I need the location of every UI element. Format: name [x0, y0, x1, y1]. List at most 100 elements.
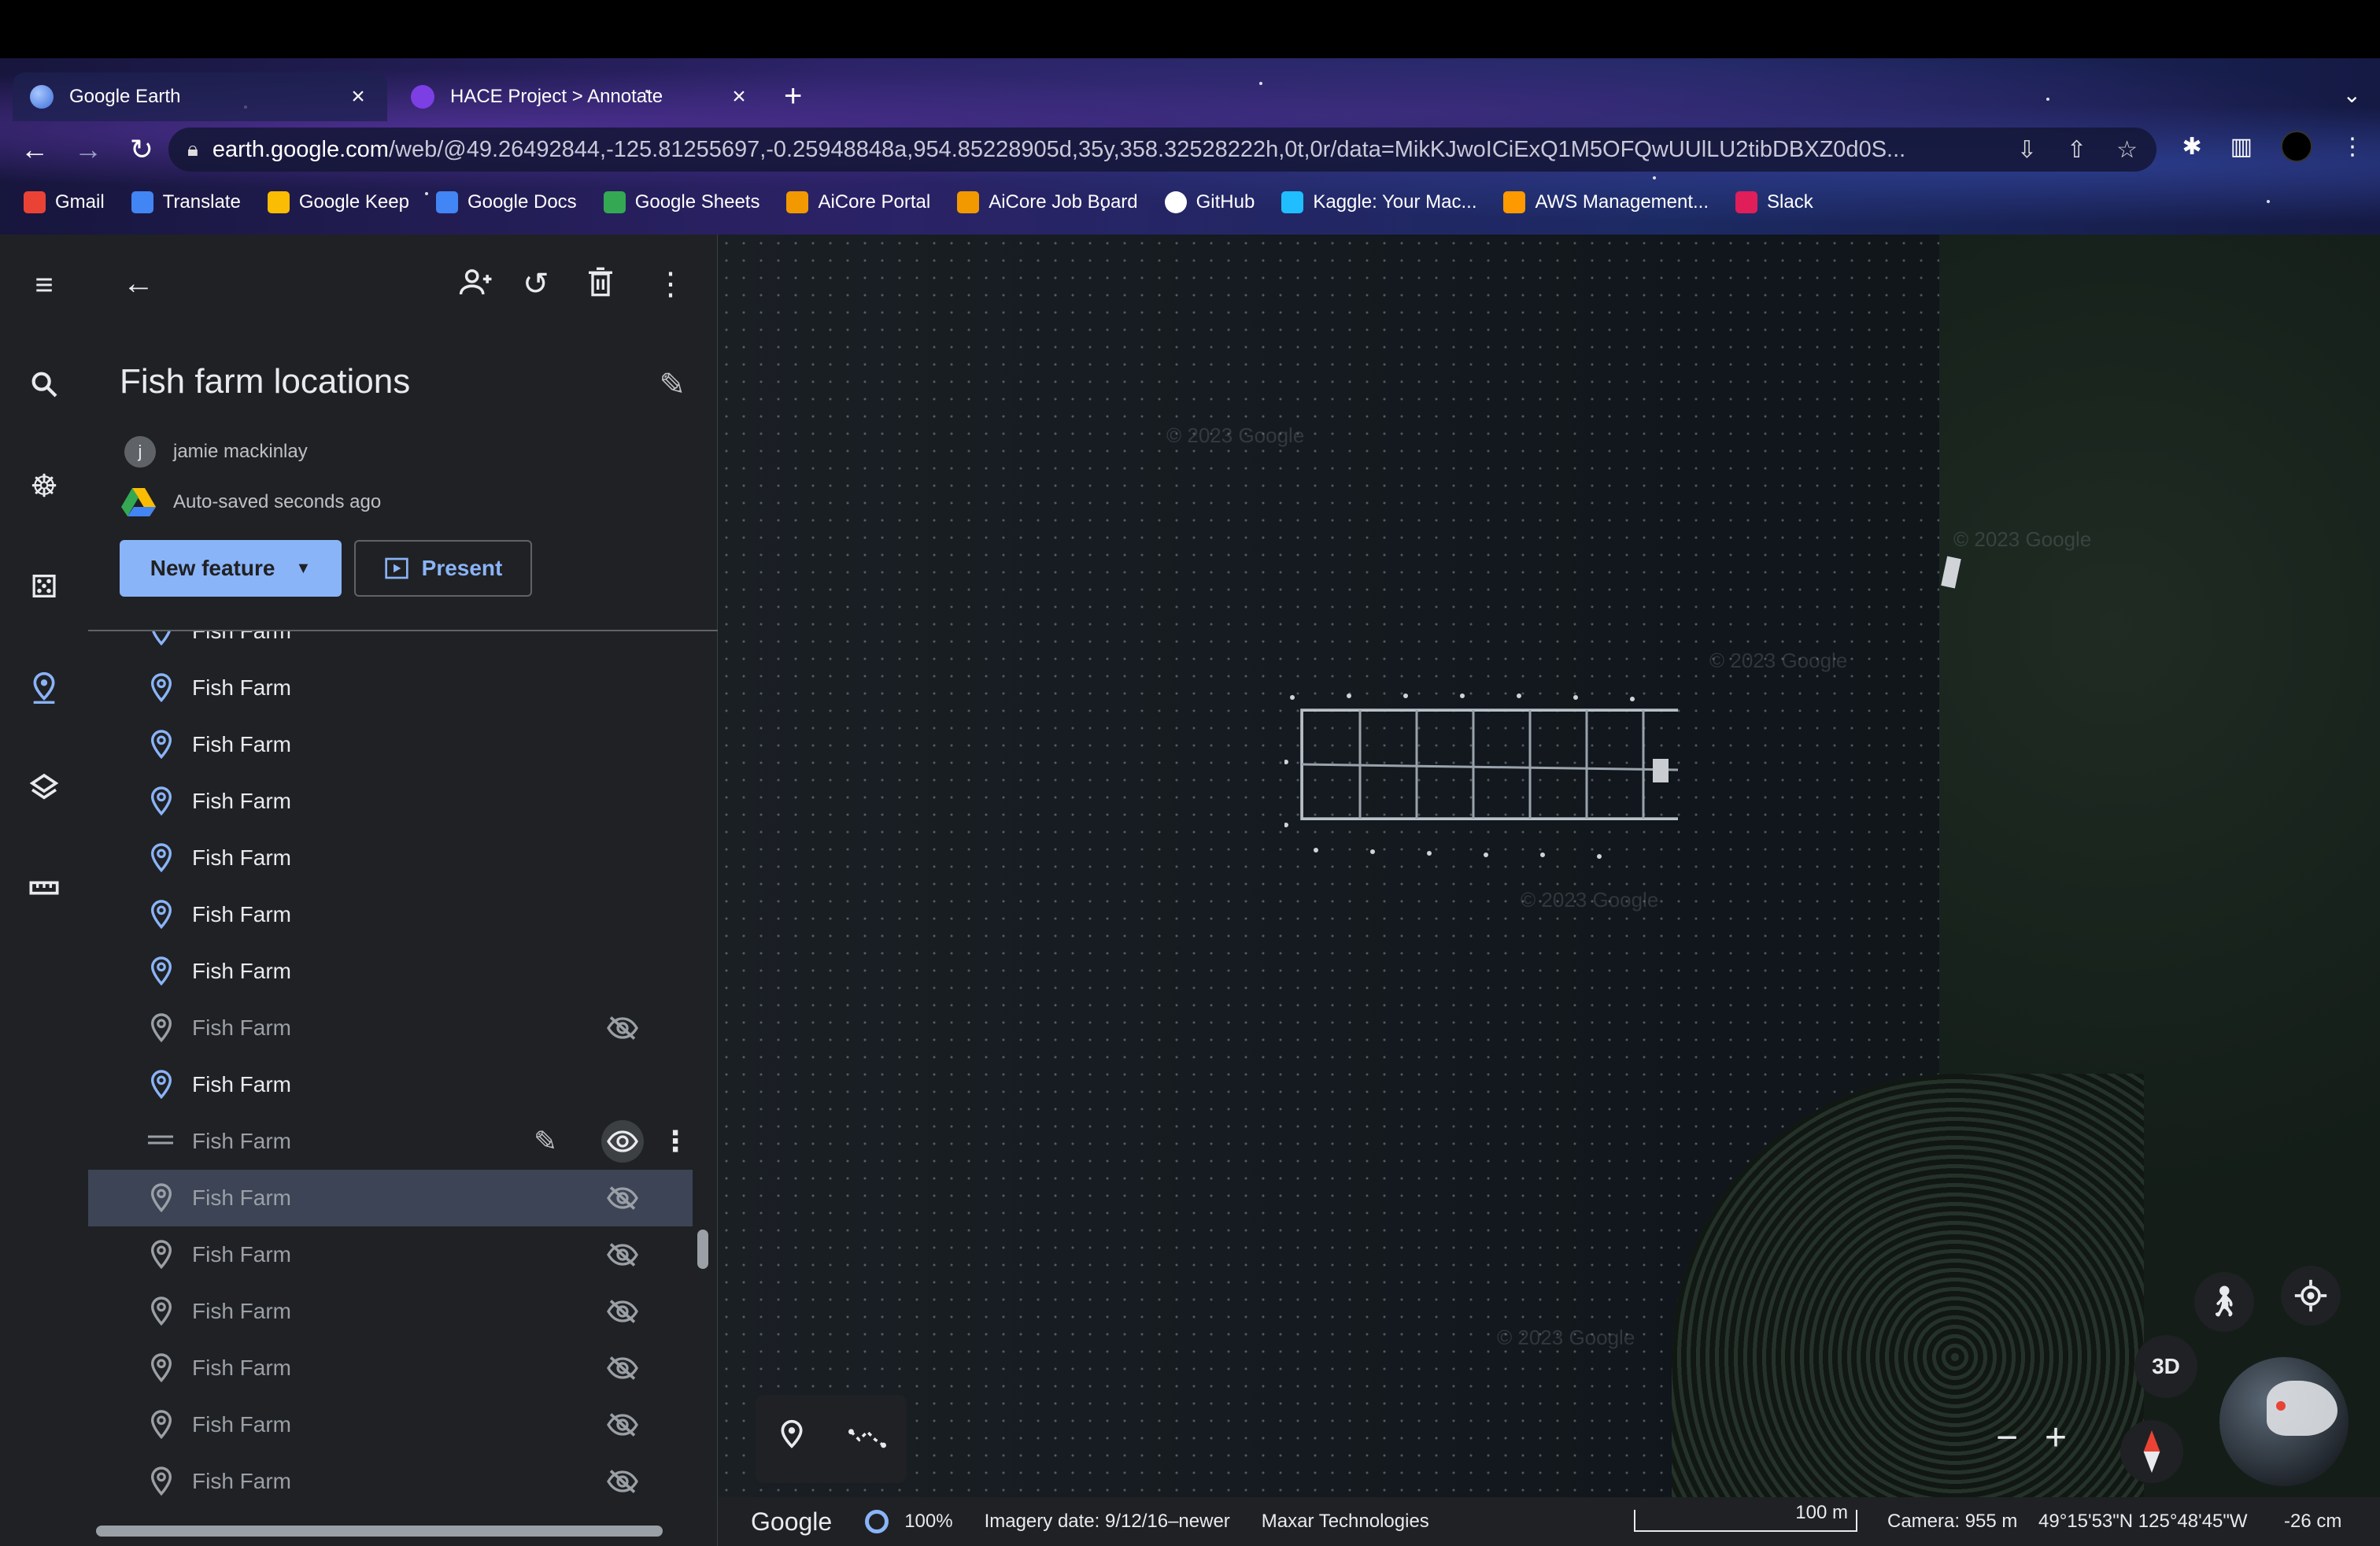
row-more-options-icon[interactable]: ⋮	[661, 1125, 689, 1158]
extensions-puzzle-icon[interactable]: ✱	[2182, 133, 2202, 161]
pegman-street-view-icon[interactable]: 🚶︎	[2194, 1272, 2254, 1332]
tab-hace-project[interactable]: HACE Project > Annotate ×	[394, 72, 768, 121]
feature-label: Fish Farm	[192, 1356, 291, 1380]
profile-avatar[interactable]	[2281, 131, 2312, 162]
scale-bar[interactable]: 100 m	[1634, 1502, 1857, 1532]
feature-row[interactable]: Fish Farm	[88, 943, 693, 1000]
visibility-off-icon[interactable]	[601, 1347, 644, 1389]
side-panel-icon[interactable]: ▥	[2230, 133, 2252, 161]
edit-title-pencil-icon[interactable]: ✎	[659, 367, 686, 403]
add-placemark-icon[interactable]	[776, 1418, 808, 1460]
bookmark-slack[interactable]: Slack	[1735, 191, 1813, 213]
visibility-off-icon[interactable]	[601, 1233, 644, 1276]
mini-globe-icon[interactable]	[2219, 1357, 2349, 1486]
compass-icon[interactable]	[2120, 1420, 2183, 1483]
tab-google-earth[interactable]: Google Earth ×	[13, 72, 387, 121]
toggle-3d-button[interactable]: 3D	[2134, 1335, 2197, 1398]
feature-row[interactable]: Fish Farm	[88, 1056, 693, 1113]
bookmark-gmail[interactable]: Gmail	[24, 191, 105, 213]
visibility-off-icon[interactable]	[601, 1007, 644, 1049]
aws-icon	[1503, 191, 1526, 213]
measure-ruler-icon[interactable]	[24, 867, 65, 908]
bookmark-aws[interactable]: AWS Management...	[1503, 191, 1709, 213]
feature-label: Fish Farm	[192, 1185, 291, 1210]
address-bar[interactable]: 🔒︎ earth.google.com/web/@49.26492844,-12…	[168, 128, 2156, 172]
feature-row[interactable]: Fish Farm	[88, 1396, 693, 1453]
bookmark-google-sheets[interactable]: Google Sheets	[603, 191, 759, 213]
bookmark-translate[interactable]: Translate	[131, 191, 241, 213]
bookmark-google-keep[interactable]: Google Keep	[267, 191, 409, 213]
edit-pencil-icon[interactable]: ✎	[534, 1125, 557, 1158]
install-app-icon[interactable]: ⇩	[2017, 136, 2037, 164]
loading-ring-icon	[865, 1510, 889, 1533]
owner-name: jamie mackinlay	[173, 441, 308, 462]
present-button[interactable]: Present	[354, 540, 532, 597]
visibility-off-icon[interactable]	[601, 1290, 644, 1333]
menu-icon[interactable]: ≡	[24, 264, 65, 305]
bookmark-star-icon[interactable]: ☆	[2116, 136, 2138, 164]
url-text[interactable]: earth.google.com/web/@49.26492844,-125.8…	[213, 137, 1987, 163]
close-tab-icon[interactable]: ×	[727, 83, 751, 110]
docs-icon	[435, 191, 458, 213]
close-tab-icon[interactable]: ×	[346, 83, 370, 110]
map-view[interactable]: © 2023 Google © 2023 Google © 2023 Googl…	[718, 235, 2380, 1546]
drag-handle-icon[interactable]	[145, 1132, 176, 1152]
feature-row[interactable]: Fish Farm	[88, 660, 693, 716]
feature-row[interactable]: Fish Farm	[88, 1000, 693, 1056]
share-add-person-icon[interactable]	[458, 266, 494, 305]
feature-row[interactable]: Fish Farm	[88, 1170, 693, 1226]
feature-row[interactable]: Fish Farm	[88, 716, 693, 773]
feature-row[interactable]: Fish Farm	[88, 830, 693, 886]
voyager-ship-wheel-icon[interactable]: ☸	[24, 466, 65, 507]
zoom-in-icon[interactable]: +	[2045, 1416, 2067, 1459]
feature-row[interactable]: Fish Farm	[88, 1340, 693, 1396]
search-icon[interactable]	[24, 364, 65, 405]
reload-icon[interactable]: ↻	[115, 133, 168, 166]
draw-line-path-icon[interactable]	[848, 1420, 886, 1459]
horizontal-scrollbar[interactable]	[96, 1526, 663, 1537]
delete-trash-icon[interactable]	[587, 266, 614, 305]
fish-farm-pen-structure[interactable]	[1284, 675, 1678, 864]
feature-row[interactable]: Fish Farm	[88, 886, 693, 943]
projects-icon[interactable]	[24, 668, 65, 708]
visibility-off-icon[interactable]	[601, 1404, 644, 1446]
visibility-off-icon[interactable]	[601, 1460, 644, 1503]
feature-row[interactable]: Fish Farm	[88, 631, 693, 660]
map-style-layers-icon[interactable]	[24, 767, 65, 808]
bookmark-google-docs[interactable]: Google Docs	[435, 191, 577, 213]
zoom-out-icon[interactable]: −	[1996, 1416, 2018, 1459]
bookmark-kaggle[interactable]: Kaggle: Your Mac...	[1281, 191, 1476, 213]
tab-search-chevron-icon[interactable]: ⌄	[2343, 82, 2361, 108]
bookmark-github[interactable]: GitHub	[1164, 191, 1255, 213]
feature-label: Fish Farm	[192, 631, 291, 644]
more-options-icon[interactable]: ⋮	[655, 266, 686, 302]
feature-row[interactable]: Fish Farm	[88, 1283, 693, 1340]
imagery-watermark: © 2023 Google	[1953, 527, 2092, 551]
placemark-pin-icon	[143, 727, 179, 763]
new-tab-icon[interactable]: +	[784, 79, 802, 114]
back-arrow-icon[interactable]: ←	[123, 266, 154, 301]
feature-row[interactable]: Fish Farm	[88, 1226, 693, 1283]
translate-icon	[131, 191, 153, 213]
bookmark-aicore-job-board[interactable]: AiCore Job Board	[957, 191, 1138, 213]
back-icon[interactable]: ←	[8, 133, 61, 166]
forward-icon[interactable]: →	[61, 133, 115, 166]
share-icon[interactable]: ⇧	[2067, 136, 2086, 164]
feature-row[interactable]: Fish Farm	[88, 1453, 693, 1510]
imagery-date[interactable]: Imagery date: 9/12/16–newer	[985, 1511, 1230, 1533]
undo-revert-icon[interactable]: ↺	[523, 266, 549, 302]
feature-row[interactable]: Fish Farm ✎ ⋮	[88, 1113, 693, 1170]
visibility-on-icon[interactable]	[601, 1120, 644, 1163]
save-status: Auto-saved seconds ago	[121, 486, 381, 518]
placemark-pin-icon	[143, 1293, 179, 1330]
bookmark-aicore-portal[interactable]: AiCore Portal	[786, 191, 930, 213]
my-location-icon[interactable]	[2281, 1266, 2341, 1326]
visibility-off-icon[interactable]	[601, 1177, 644, 1219]
browser-menu-icon[interactable]: ⋮	[2341, 133, 2364, 161]
vertical-scrollbar[interactable]	[697, 1230, 708, 1269]
placemark-pin-icon	[143, 631, 179, 649]
imagery-provider[interactable]: Maxar Technologies	[1262, 1511, 1429, 1533]
new-feature-button[interactable]: New feature ▼	[120, 540, 342, 597]
feeling-lucky-dice-icon[interactable]: ⚄	[24, 567, 65, 608]
feature-row[interactable]: Fish Farm	[88, 773, 693, 830]
